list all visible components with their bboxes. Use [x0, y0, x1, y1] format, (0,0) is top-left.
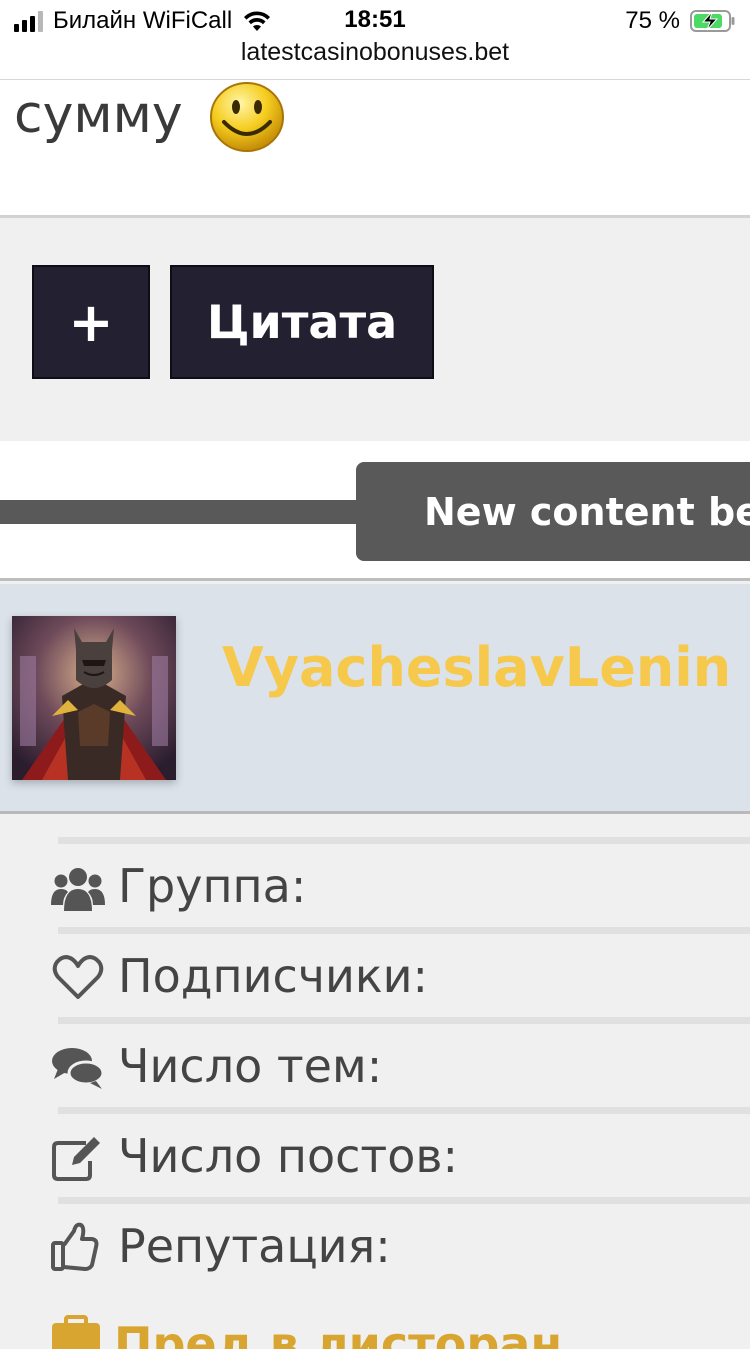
separator-line: [0, 500, 380, 524]
status-left: Билайн WiFiCall: [14, 6, 272, 36]
status-right: 75 %: [625, 6, 736, 36]
stat-label: Подписчики:: [118, 949, 429, 1003]
stat-label: Репутация:: [118, 1219, 391, 1273]
thumbs-up-icon: [51, 1222, 99, 1271]
stat-followers: Подписчики:: [0, 907, 750, 1003]
edit-icon: [52, 1137, 100, 1181]
users-icon: [51, 868, 105, 911]
stat-divider: [58, 837, 750, 844]
new-content-badge[interactable]: New content be: [356, 462, 750, 561]
battery-percent: 75 %: [625, 7, 680, 34]
stat-label: Число постов:: [118, 1129, 458, 1183]
stat-divider: [58, 1197, 750, 1204]
wifi-icon: [244, 11, 271, 31]
smiley-icon: [210, 82, 284, 152]
quote-button[interactable]: Цитата: [170, 265, 434, 379]
avatar-image: [12, 616, 176, 780]
stat-divider: [58, 1017, 750, 1024]
battery-charging-icon: [690, 10, 735, 32]
post-actions: + Цитата: [0, 221, 750, 441]
stat-topics: Число тем:: [0, 997, 750, 1093]
stat-label: Пред в листоран: [114, 1317, 563, 1349]
address-bar-url[interactable]: latestcasinobonuses.bet: [0, 38, 750, 67]
status-bar: Билайн WiFiCall 18:51 75 % latestcasinob…: [0, 0, 750, 80]
stat-divider: [58, 927, 750, 934]
new-content-separator: New content be: [0, 441, 750, 581]
author-name-link[interactable]: VyacheslavLenin: [222, 636, 731, 699]
stat-divider: [58, 1107, 750, 1114]
signal-icon: [14, 10, 43, 32]
stat-partial-row: Пред в листоран: [50, 1309, 650, 1349]
comments-icon: [52, 1048, 105, 1089]
carrier-name: Билайн WiFiCall: [53, 7, 233, 34]
stat-reputation: Репутация:: [0, 1177, 750, 1273]
new-content-text: New content be: [424, 489, 750, 534]
multiquote-button[interactable]: +: [32, 265, 150, 379]
avatar[interactable]: [12, 616, 176, 780]
stat-label: Число тем:: [118, 1039, 383, 1093]
stat-group: Группа:: [0, 817, 750, 913]
stat-posts: Число постов:: [0, 1087, 750, 1183]
heart-icon: [52, 955, 104, 999]
briefcase-icon: [52, 1315, 100, 1349]
post-text: сумму: [14, 85, 183, 145]
post-author-header: VyacheslavLenin: [0, 584, 750, 814]
stat-label: Группа:: [118, 859, 307, 913]
author-stats: Группа: Подписчики: Число тем: Число пос…: [0, 817, 750, 1349]
post-content: сумму: [0, 80, 750, 218]
